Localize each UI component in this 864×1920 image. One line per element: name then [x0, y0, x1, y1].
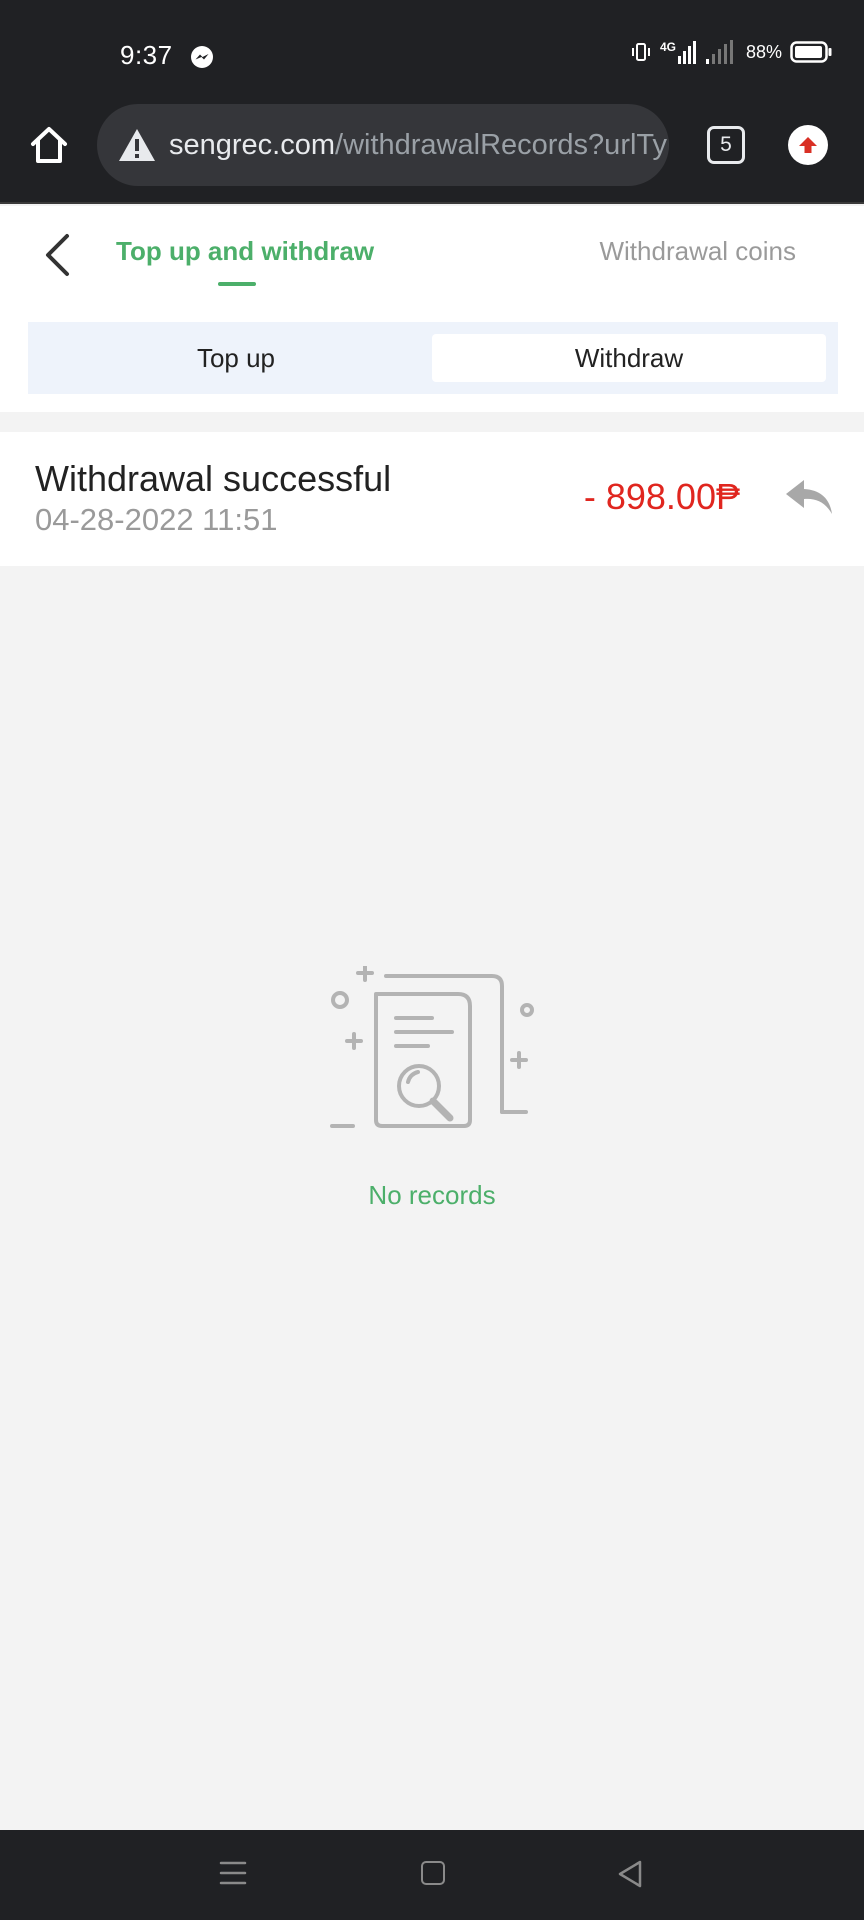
segment-top-up[interactable]: Top up: [28, 322, 444, 394]
mobile-data-icon: 4G: [660, 40, 698, 64]
nav-back-icon[interactable]: [616, 1859, 644, 1889]
status-time: 9:37: [120, 40, 173, 70]
home-icon[interactable]: [28, 124, 70, 166]
warning-icon[interactable]: [117, 127, 157, 163]
page-header: Top up and withdraw Withdrawal coins Top…: [0, 206, 864, 412]
active-tab-indicator: [218, 282, 256, 286]
tab-count: 5: [720, 133, 732, 156]
no-records-illustration: [330, 966, 534, 1128]
record-amount: - 898.00₱: [583, 476, 740, 517]
tab-withdrawal-coins[interactable]: Withdrawal coins: [599, 236, 796, 267]
status-icons: 4G 88%: [630, 40, 832, 64]
tabs-button[interactable]: 5: [707, 126, 745, 164]
menu-icon[interactable]: [218, 1858, 248, 1888]
battery-icon: [790, 41, 832, 63]
list-item[interactable]: Withdrawal successful 04-28-2022 11:51 -…: [0, 432, 864, 566]
back-arrow-icon[interactable]: [40, 232, 76, 278]
address-bar[interactable]: sengrec.com/withdrawalRecords?urlTyp: [97, 104, 669, 186]
segment-withdraw[interactable]: Withdraw: [432, 334, 826, 382]
status-bar: 9:37 4G 88%: [0, 0, 864, 100]
record-type-segment: Top up Withdraw: [28, 322, 838, 394]
segment-top-up-label: Top up: [196, 342, 276, 373]
nav-home-icon[interactable]: [421, 1861, 445, 1885]
url-host: sengrec.com: [169, 128, 336, 161]
system-navigation-bar: [0, 1830, 864, 1920]
vibrate-icon: [631, 43, 650, 61]
browser-toolbar: sengrec.com/withdrawalRecords?urlTyp 5: [0, 100, 864, 204]
empty-state-message: No records: [368, 1180, 496, 1210]
battery-percentage: 88%: [745, 41, 782, 62]
url-text[interactable]: sengrec.com/withdrawalRecords?urlTyp: [169, 129, 669, 162]
signal-icon: [705, 40, 733, 64]
update-icon: [799, 137, 817, 153]
record-title: Withdrawal successful: [35, 458, 392, 499]
messenger-icon: [191, 46, 213, 68]
network-type-label: 4G: [659, 40, 676, 54]
record-date: 04-28-2022 11:51: [35, 502, 278, 537]
tab-top-up-and-withdraw[interactable]: Top up and withdraw: [116, 236, 374, 267]
segment-withdraw-label: Withdraw: [574, 342, 684, 373]
url-path: /withdrawalRecords?urlTyp: [335, 128, 669, 161]
update-button[interactable]: [788, 125, 828, 165]
reply-icon[interactable]: [784, 476, 834, 520]
